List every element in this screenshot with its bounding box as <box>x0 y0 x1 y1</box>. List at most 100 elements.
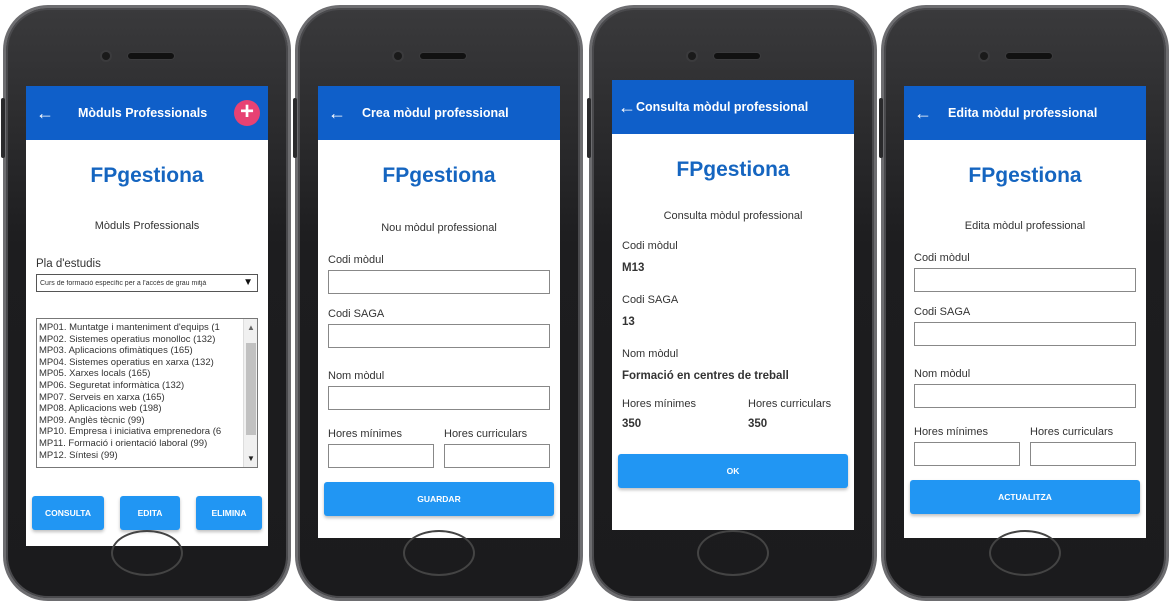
screen: ← Edita mòdul professional FPgestiona Ed… <box>904 86 1146 538</box>
nom-modul-label: Nom mòdul <box>328 370 385 382</box>
home-button[interactable] <box>989 530 1061 576</box>
edita-button[interactable]: EDITA <box>120 496 180 530</box>
screen: ← Consulta mòdul professional FPgestiona… <box>612 80 854 530</box>
codi-modul-input[interactable] <box>328 270 550 294</box>
guardar-button[interactable]: GUARDAR <box>324 482 554 516</box>
codi-saga-label: Codi SAGA <box>622 294 679 306</box>
list-item[interactable]: MP11. Formació i orientació laboral (99) <box>39 438 247 450</box>
elimina-button[interactable]: ELIMINA <box>196 496 262 530</box>
codi-modul-label: Codi mòdul <box>328 254 384 266</box>
home-button[interactable] <box>111 530 183 576</box>
hores-curriculars-input[interactable] <box>444 444 550 468</box>
back-arrow-icon[interactable]: ← <box>618 97 636 118</box>
hores-minimes-value: 350 <box>622 418 642 430</box>
codi-modul-input[interactable] <box>914 268 1136 292</box>
list-item[interactable]: MP07. Serveis en xarxa (165) <box>39 392 247 404</box>
back-arrow-icon[interactable]: ← <box>36 103 58 124</box>
app-bar-title: Crea mòdul professional <box>362 106 509 120</box>
codi-saga-value: 13 <box>622 316 635 328</box>
page-subtitle: Consulta mòdul professional <box>663 210 803 222</box>
plan-selected-value: Curs de formació específic per a l'accés… <box>40 279 207 287</box>
phone-view-module: ← Consulta mòdul professional FPgestiona… <box>587 8 874 598</box>
hores-curriculars-label: Hores curriculars <box>1030 426 1114 438</box>
nom-modul-input[interactable] <box>328 386 550 410</box>
speaker <box>714 53 760 59</box>
consulta-button[interactable]: CONSULTA <box>32 496 104 530</box>
codi-saga-input[interactable] <box>328 324 550 348</box>
hores-minimes-label: Hores mínimes <box>622 398 696 410</box>
camera <box>688 52 696 60</box>
back-arrow-icon[interactable]: ← <box>328 103 350 124</box>
hours-row: Hores mínimes 350 Hores curriculars 350 <box>622 398 844 430</box>
hores-minimes-group: Hores mínimes 350 <box>622 398 728 430</box>
app-bar-title: Consulta mòdul professional <box>636 100 809 114</box>
plan-label: Pla d'estudis <box>36 258 101 270</box>
dropdown-arrow-icon[interactable]: ▼ <box>243 277 253 288</box>
phone-modules-list: ← Mòduls Professionals + FPgestiona Mòdu… <box>1 8 288 598</box>
home-button[interactable] <box>697 530 769 576</box>
codi-modul-value: M13 <box>622 262 645 274</box>
list-item[interactable]: MP03. Aplicacions ofimàtiques (165) <box>39 345 247 357</box>
nom-modul-label: Nom mòdul <box>622 348 679 360</box>
nom-modul-value: Formació en centres de treball <box>622 370 789 382</box>
hores-curriculars-input[interactable] <box>1030 442 1136 466</box>
scroll-thumb[interactable] <box>246 343 256 435</box>
page-subtitle: Mòduls Professionals <box>94 220 200 232</box>
hours-row: Hores mínimes Hores curriculars <box>328 428 550 468</box>
list-item[interactable]: MP06. Seguretat informàtica (132) <box>39 380 247 392</box>
nom-modul-label: Nom mòdul <box>914 368 971 380</box>
hores-curriculars-label: Hores curriculars <box>748 398 832 410</box>
page-subtitle: Nou mòdul professional <box>381 222 497 234</box>
app-bar-title: Mòduls Professionals <box>78 106 208 120</box>
actualitza-button[interactable]: ACTUALITZA <box>910 480 1140 514</box>
scroll-up-icon[interactable]: ▲ <box>247 323 255 332</box>
modules-listbox[interactable]: MP01. Muntatge i manteniment d'equips (1… <box>36 318 258 468</box>
list-item[interactable]: MP08. Aplicacions web (198) <box>39 403 247 415</box>
hores-curriculars-group: Hores curriculars <box>1030 426 1136 466</box>
hores-curriculars-group: Hores curriculars 350 <box>748 398 844 430</box>
hores-minimes-group: Hores mínimes <box>328 428 434 468</box>
brand-title: FPgestiona <box>968 164 1082 187</box>
list-item[interactable]: MP01. Muntatge i manteniment d'equips (1 <box>39 322 247 334</box>
nom-modul-input[interactable] <box>914 384 1136 408</box>
codi-modul-label: Codi mòdul <box>622 240 678 252</box>
list-item[interactable]: MP05. Xarxes locals (165) <box>39 368 247 380</box>
brand-title: FPgestiona <box>90 164 204 187</box>
camera <box>102 52 110 60</box>
hores-curriculars-group: Hores curriculars <box>444 428 550 468</box>
list-item[interactable]: MP09. Anglès tècnic (99) <box>39 415 247 427</box>
phone-create-module: ← Crea mòdul professional FPgestiona Nou… <box>293 8 580 598</box>
app-bar-title: Edita mòdul professional <box>948 106 1098 120</box>
hours-row: Hores mínimes Hores curriculars <box>914 426 1136 466</box>
add-icon[interactable]: + <box>234 100 260 126</box>
hores-curriculars-value: 350 <box>748 418 768 430</box>
speaker <box>1006 53 1052 59</box>
hores-minimes-input[interactable] <box>914 442 1020 466</box>
brand-title: FPgestiona <box>676 158 790 181</box>
codi-saga-input[interactable] <box>914 322 1136 346</box>
home-button[interactable] <box>403 530 475 576</box>
codi-saga-label: Codi SAGA <box>914 306 971 318</box>
list-item[interactable]: MP02. Sistemes operatius monolloc (132) <box>39 334 247 346</box>
scroll-down-icon[interactable]: ▼ <box>247 454 255 463</box>
list-item[interactable]: MP10. Empresa i iniciativa emprenedora (… <box>39 426 247 438</box>
plan-select[interactable]: Curs de formació específic per a l'accés… <box>36 274 258 292</box>
camera <box>980 52 988 60</box>
page-subtitle: Edita mòdul professional <box>964 220 1086 232</box>
hores-minimes-input[interactable] <box>328 444 434 468</box>
back-arrow-icon[interactable]: ← <box>914 103 936 124</box>
brand-title: FPgestiona <box>382 164 496 187</box>
hores-minimes-group: Hores mínimes <box>914 426 1020 466</box>
list-item[interactable]: MP12. Síntesi (99) <box>39 450 247 462</box>
app-bar: ← Consulta mòdul professional <box>612 80 854 134</box>
phone-edit-module: ← Edita mòdul professional FPgestiona Ed… <box>879 8 1166 598</box>
codi-saga-label: Codi SAGA <box>328 308 385 320</box>
ok-button[interactable]: OK <box>618 454 848 488</box>
list-item[interactable]: MP04. Sistemes operatius en xarxa (132) <box>39 357 247 369</box>
codi-modul-label: Codi mòdul <box>914 252 970 264</box>
scrollbar[interactable]: ▲ ▼ <box>243 319 257 467</box>
hores-curriculars-label: Hores curriculars <box>444 428 528 440</box>
speaker <box>420 53 466 59</box>
app-bar: ← Edita mòdul professional <box>904 86 1146 140</box>
screen: ← Crea mòdul professional FPgestiona Nou… <box>318 86 560 538</box>
